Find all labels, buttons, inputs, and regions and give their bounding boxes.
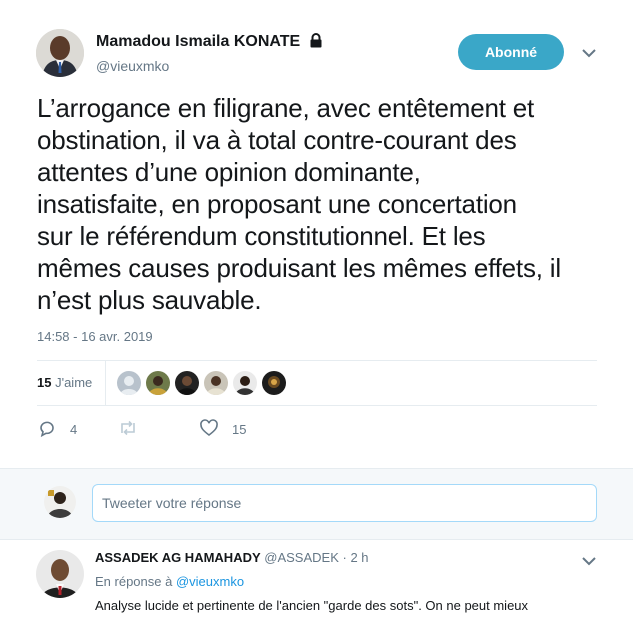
- like-action[interactable]: 15: [200, 419, 246, 440]
- likes-count: 15: [37, 375, 52, 390]
- tweet-text-line: obstination, il va à total contre-couran…: [37, 125, 517, 155]
- reply-count: 4: [70, 422, 78, 437]
- like-count: 15: [232, 422, 247, 437]
- divider: [37, 405, 597, 406]
- author-handle[interactable]: @vieuxmko: [96, 58, 169, 74]
- reply-tweet[interactable]: ASSADEK AG HAMAHADY @ASSADEK · 2 h En ré…: [0, 540, 633, 622]
- author-name-text[interactable]: Mamadou Ismaila KONATE: [96, 33, 300, 50]
- liker-avatar[interactable]: [117, 371, 141, 395]
- follow-button[interactable]: Abonné: [458, 34, 564, 70]
- liker-avatar[interactable]: [233, 371, 257, 395]
- reply-icon: [38, 419, 56, 440]
- chevron-down-icon[interactable]: [580, 552, 598, 570]
- author-name[interactable]: Mamadou Ismaila KONATE: [96, 33, 323, 53]
- tweet-text-line: attentes d’une opinion dominante,: [37, 157, 421, 187]
- in-reply-prefix: En réponse à: [95, 574, 173, 589]
- tweet-text-line: sur le référendum constitutionnel. Et le…: [37, 221, 486, 251]
- reply-time[interactable]: · 2 h: [343, 550, 369, 565]
- likes-row: 15 J'aime: [37, 361, 597, 405]
- reply-author-line: ASSADEK AG HAMAHADY @ASSADEK · 2 h: [95, 550, 369, 565]
- liker-avatar[interactable]: [175, 371, 199, 395]
- tweet-text: L’arrogance en filigrane, avec entêtemen…: [37, 92, 607, 316]
- likes-label: J'aime: [55, 375, 93, 390]
- tweet-card: Mamadou Ismaila KONATE @vieuxmko Abonné …: [0, 0, 633, 468]
- reply-action[interactable]: 4: [38, 419, 77, 440]
- tweet-actions: 4 15: [38, 419, 338, 443]
- likers-avatars: [117, 371, 286, 395]
- in-reply-to: En réponse à @vieuxmko: [95, 574, 244, 589]
- reply-text: Analyse lucide et pertinente de l'ancien…: [95, 598, 529, 613]
- tweet-timestamp[interactable]: 14:58 - 16 avr. 2019: [37, 329, 153, 344]
- likes-summary[interactable]: 15 J'aime: [37, 375, 92, 390]
- reply-author-avatar[interactable]: [36, 550, 84, 598]
- liker-avatar[interactable]: [146, 371, 170, 395]
- current-user-avatar[interactable]: [44, 486, 76, 518]
- reply-composer: [0, 468, 633, 540]
- reply-author-name[interactable]: ASSADEK AG HAMAHADY: [95, 550, 261, 565]
- tweet-text-line: mêmes causes produisant les mêmes effets…: [37, 253, 561, 283]
- divider: [105, 361, 106, 405]
- retweet-action[interactable]: [118, 419, 152, 440]
- tweet-text-line: n’est plus sauvable.: [37, 285, 262, 315]
- retweet-icon: [118, 419, 138, 440]
- liker-avatar[interactable]: [204, 371, 228, 395]
- chevron-down-icon[interactable]: [580, 44, 598, 62]
- author-avatar[interactable]: [36, 29, 84, 77]
- reply-input[interactable]: [92, 484, 597, 522]
- heart-icon: [200, 419, 218, 440]
- tweet-text-line: insatisfaite, en proposant une concertat…: [37, 189, 517, 219]
- tweet-text-line: L’arrogance en filigrane, avec entêtemen…: [37, 93, 535, 123]
- liker-avatar[interactable]: [262, 371, 286, 395]
- reply-author-handle[interactable]: @ASSADEK: [264, 550, 339, 565]
- lock-icon: [309, 33, 323, 53]
- in-reply-handle-link[interactable]: @vieuxmko: [176, 574, 244, 589]
